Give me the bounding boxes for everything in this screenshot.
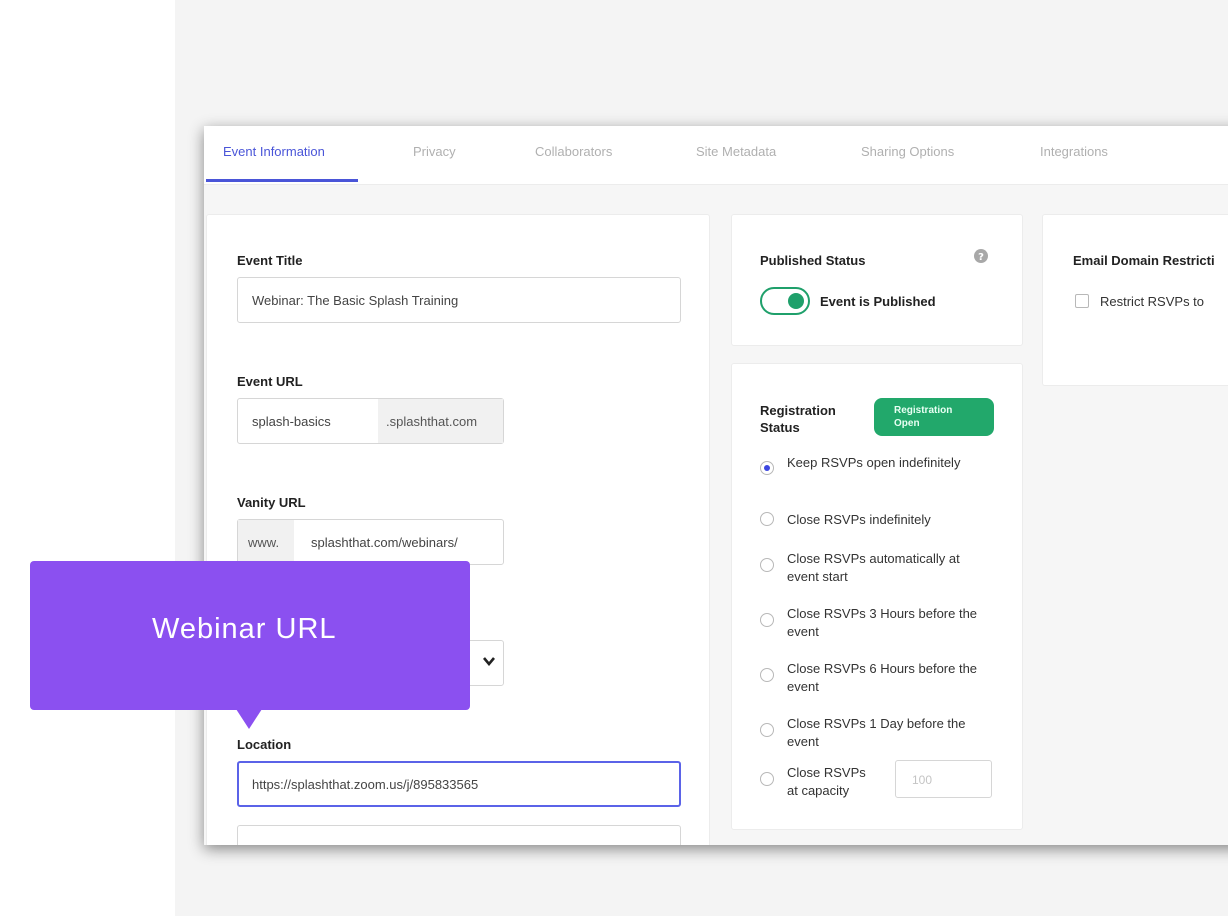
tab-site-metadata[interactable]: Site Metadata bbox=[696, 144, 776, 159]
radio-label: Close RSVPs 3 Hours before the event bbox=[787, 606, 978, 639]
radio-button[interactable] bbox=[760, 772, 774, 786]
capacity-placeholder: 100 bbox=[912, 773, 933, 787]
chevron-down-icon bbox=[483, 654, 495, 669]
additional-location-input[interactable] bbox=[237, 825, 681, 845]
event-url-suffix: .splashthat.com bbox=[378, 399, 503, 443]
event-url-suffix-text: .splashthat.com bbox=[386, 414, 478, 429]
vanity-url-value: splashthat.com/webinars/ bbox=[311, 535, 458, 550]
event-title-label: Event Title bbox=[237, 253, 303, 268]
registration-status-label: Registration Status bbox=[760, 403, 836, 435]
event-title-input[interactable]: Webinar: The Basic Splash Training bbox=[237, 277, 681, 323]
location-value: https://splashthat.zoom.us/j/895833565 bbox=[252, 777, 479, 792]
active-tab-indicator bbox=[206, 179, 358, 182]
capacity-input[interactable]: 100 bbox=[895, 760, 992, 798]
radio-button[interactable] bbox=[760, 461, 774, 475]
tab-privacy[interactable]: Privacy bbox=[413, 144, 456, 159]
registration-open-badge: Registration Open bbox=[874, 398, 994, 436]
vanity-url-label: Vanity URL bbox=[237, 495, 306, 510]
tab-collaborators[interactable]: Collaborators bbox=[535, 144, 612, 159]
published-status-label: Published Status bbox=[760, 253, 866, 268]
radio-label: Close RSVPs 6 Hours before the event bbox=[787, 661, 978, 694]
restrict-rsvps-label: Restrict RSVPs to bbox=[1100, 294, 1205, 309]
radio-label: Keep RSVPs open indefinitely bbox=[787, 455, 961, 470]
tab-event-information[interactable]: Event Information bbox=[223, 144, 325, 159]
published-toggle[interactable] bbox=[760, 287, 810, 315]
event-url-input[interactable]: splash-basics .splashthat.com bbox=[237, 398, 504, 444]
radio-button[interactable] bbox=[760, 613, 774, 627]
event-settings-window: Event Information Privacy Collaborators … bbox=[204, 126, 1228, 845]
tab-bar: Event Information Privacy Collaborators … bbox=[204, 126, 1228, 185]
toggle-label: Event is Published bbox=[820, 294, 936, 309]
event-url-value: splash-basics bbox=[252, 414, 331, 429]
tooltip-arrow bbox=[236, 709, 262, 729]
svg-text:?: ? bbox=[978, 252, 984, 263]
registration-status-card: Registration Status Registration Open Ke… bbox=[731, 363, 1023, 830]
radio-button[interactable] bbox=[760, 668, 774, 682]
toggle-knob bbox=[788, 293, 804, 309]
event-details-card: Event Title Webinar: The Basic Splash Tr… bbox=[206, 214, 710, 845]
badge-text: Registration Open bbox=[894, 405, 953, 429]
webinar-url-tooltip: Webinar URL bbox=[30, 561, 470, 710]
radio-label: Close RSVPs at capacity bbox=[787, 765, 866, 798]
location-label: Location bbox=[237, 737, 292, 752]
event-title-value: Webinar: The Basic Splash Training bbox=[252, 293, 459, 308]
help-icon[interactable]: ? bbox=[974, 249, 988, 268]
restrict-rsvps-checkbox[interactable] bbox=[1075, 294, 1089, 308]
vanity-url-prefix: www. bbox=[238, 520, 294, 564]
event-url-label: Event URL bbox=[237, 374, 303, 389]
email-domain-card: Email Domain Restricti Restrict RSVPs to bbox=[1042, 214, 1228, 386]
email-domain-label: Email Domain Restricti bbox=[1073, 253, 1215, 268]
vanity-url-prefix-text: www. bbox=[248, 535, 280, 550]
location-input[interactable]: https://splashthat.zoom.us/j/895833565 bbox=[237, 761, 681, 807]
published-status-card: Published Status ? Event is Published bbox=[731, 214, 1023, 346]
radio-button[interactable] bbox=[760, 723, 774, 737]
tab-integrations[interactable]: Integrations bbox=[1040, 144, 1108, 159]
radio-button[interactable] bbox=[760, 512, 774, 526]
tab-sharing-options[interactable]: Sharing Options bbox=[861, 144, 954, 159]
radio-button[interactable] bbox=[760, 558, 774, 572]
radio-label: Close RSVPs indefinitely bbox=[787, 512, 931, 527]
vanity-url-input[interactable]: www. splashthat.com/webinars/ bbox=[237, 519, 504, 565]
radio-label: Close RSVPs automatically at event start bbox=[787, 551, 960, 584]
radio-label: Close RSVPs 1 Day before the event bbox=[787, 716, 966, 749]
tooltip-text: Webinar URL bbox=[152, 613, 337, 645]
